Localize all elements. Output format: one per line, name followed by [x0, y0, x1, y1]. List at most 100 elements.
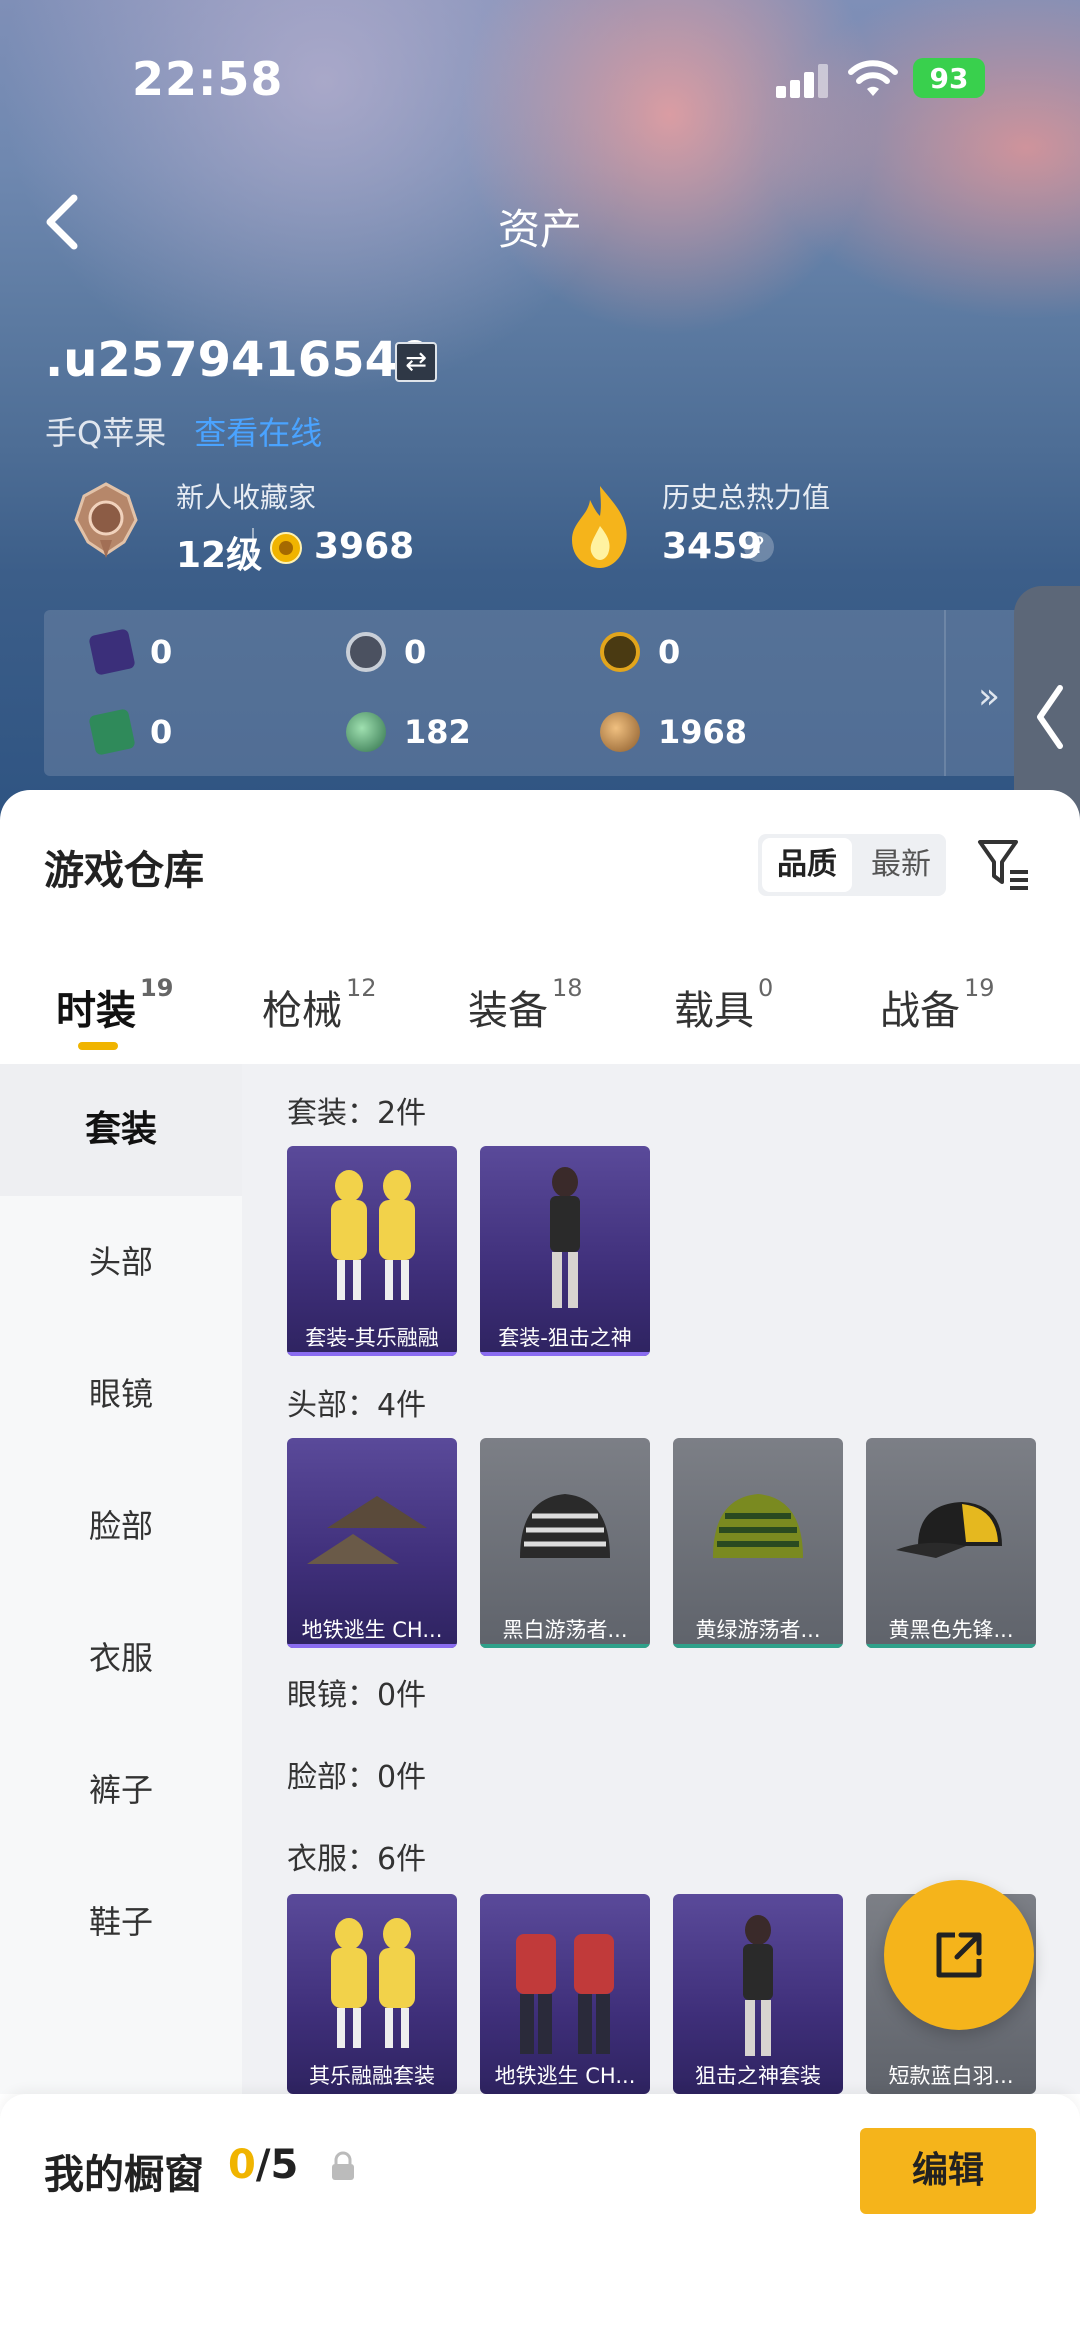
wifi-icon [848, 60, 898, 96]
collector-badge-icon [74, 482, 138, 558]
currency-panel-divider [944, 610, 946, 776]
section-title-head: 头部：4件 [287, 1388, 427, 1423]
item-card[interactable]: 其乐融融套装 [287, 1894, 457, 2094]
platform-link[interactable]: 查看在线 [194, 414, 322, 452]
item-card[interactable]: 地铁逃生 CH... [480, 1894, 650, 2094]
tab-count: 19 [140, 974, 174, 1002]
status-time: 22:58 [132, 52, 284, 106]
item-name: 其乐融融套装 [309, 2064, 435, 2088]
outfit-image [550, 1167, 580, 1308]
stat-divider [252, 528, 254, 564]
item-card[interactable]: 套装-其乐融融 [287, 1146, 457, 1356]
sidenav-item-clothes[interactable]: 衣服 [0, 1592, 242, 1724]
status-bar: 22:58 93 [0, 0, 1080, 150]
switch-account-icon[interactable]: ⇄ [395, 342, 437, 382]
rarity-bar [480, 1352, 650, 1356]
item-card[interactable]: 黄绿游荡者... [673, 1438, 843, 1648]
section-title-clothes: 衣服：6件 [287, 1842, 427, 1877]
warehouse-title: 游戏仓库 [44, 848, 204, 894]
tab-supplies[interactable]: 战备 19 [880, 974, 995, 1036]
tab-fashion[interactable]: 时装 19 [56, 974, 173, 1036]
currency-panel [44, 610, 1034, 776]
currency-value: 0 [658, 633, 681, 671]
currency-item: 0 [600, 632, 680, 672]
chevron-left-icon [1037, 685, 1063, 749]
tab-label: 枪械 [262, 988, 342, 1034]
edit-button[interactable]: 编辑 [860, 2128, 1036, 2214]
battery-indicator: 93 [913, 58, 985, 98]
purple-card-icon [88, 628, 136, 676]
rarity-bar [480, 1644, 650, 1648]
item-name: 地铁逃生 CH... [301, 1618, 443, 1642]
showcase-total: /5 [255, 2142, 299, 2188]
sort-quality-button[interactable]: 品质 [762, 838, 852, 892]
item-card[interactable]: 黄黑色先锋... [866, 1438, 1036, 1648]
rarity-bar [287, 1352, 457, 1356]
username: .u2579416540 [45, 332, 432, 388]
signal-icon [776, 64, 828, 98]
filter-icon[interactable] [976, 836, 1032, 892]
item-name: 短款蓝白羽... [888, 2064, 1014, 2088]
tab-label: 载具 [674, 988, 754, 1034]
outfit-image [743, 1915, 773, 2056]
currency-value: 0 [404, 633, 427, 671]
tab-indicator [78, 1042, 118, 1050]
sidenav-item-suits[interactable]: 套装 [0, 1064, 242, 1196]
currency-value: 0 [150, 633, 173, 671]
points-medal-icon [270, 532, 302, 564]
outfit-image [331, 1918, 415, 2048]
item-name: 地铁逃生 CH... [494, 2064, 636, 2088]
tab-label: 装备 [468, 988, 548, 1034]
item-card[interactable]: 黑白游荡者... [480, 1438, 650, 1648]
sidenav-item-face[interactable]: 脸部 [0, 1460, 242, 1592]
tab-count: 18 [552, 974, 583, 1002]
currency-item: 0 [88, 628, 173, 676]
bronze-coin-icon [600, 712, 640, 752]
beanie-image [713, 1494, 803, 1558]
heat-fire-icon [572, 486, 627, 568]
currency-item: 1968 [600, 712, 747, 752]
tab-vehicles[interactable]: 载具 0 [674, 974, 773, 1036]
sort-newest-button[interactable]: 最新 [856, 834, 946, 896]
section-title-glasses: 眼镜：0件 [287, 1678, 427, 1713]
share-button[interactable] [884, 1880, 1034, 2030]
tab-count: 19 [964, 974, 995, 1002]
help-icon[interactable]: ? [744, 532, 774, 562]
showcase-label: 我的橱窗 [44, 2152, 204, 2198]
item-name: 套装-狙击之神 [498, 1326, 632, 1350]
outfit-image [331, 1170, 415, 1300]
rarity-bar [673, 1644, 843, 1648]
points-value: 3968 [314, 526, 415, 567]
tab-guns[interactable]: 枪械 12 [262, 974, 377, 1036]
showcase-current: 0 [228, 2142, 256, 2188]
section-title-suits: 套装：2件 [287, 1096, 427, 1131]
sidenav-item-head[interactable]: 头部 [0, 1196, 242, 1328]
currency-value: 182 [404, 713, 471, 751]
platform-info: 手Q苹果 查看在线 [45, 408, 322, 454]
gold-coin-icon [600, 632, 640, 672]
showcase-count: 0/5 [228, 2142, 298, 2188]
more-chevron-icon[interactable]: » [978, 676, 1000, 717]
green-gem-icon [346, 712, 386, 752]
silver-coin-icon [346, 632, 386, 672]
item-name: 黄黑色先锋... [888, 1618, 1014, 1642]
currency-value: 1968 [658, 713, 748, 751]
green-card-icon [88, 708, 136, 756]
external-link-icon [936, 1932, 982, 1978]
sidenav-item-pants[interactable]: 裤子 [0, 1724, 242, 1856]
tab-count: 0 [758, 974, 774, 1002]
item-card[interactable]: 套装-狙击之神 [480, 1146, 650, 1356]
sidenav-item-glasses[interactable]: 眼镜 [0, 1328, 242, 1460]
tab-equipment[interactable]: 装备 18 [468, 974, 583, 1036]
page-title: 资产 [497, 205, 582, 254]
currency-item: 182 [346, 712, 471, 752]
item-name: 套装-其乐融融 [305, 1326, 439, 1350]
tab-label: 战备 [880, 988, 960, 1034]
item-name: 黄绿游荡者... [695, 1618, 821, 1642]
category-sidenav: 套装 头部 眼镜 脸部 衣服 裤子 鞋子 [0, 1064, 242, 2094]
item-card[interactable]: 狙击之神套装 [673, 1894, 843, 2094]
collector-level: 12级 [176, 535, 263, 576]
item-card[interactable]: 地铁逃生 CH... [287, 1438, 457, 1648]
sort-toggle: 品质 最新 [758, 834, 946, 896]
sidenav-item-shoes[interactable]: 鞋子 [0, 1856, 242, 1988]
